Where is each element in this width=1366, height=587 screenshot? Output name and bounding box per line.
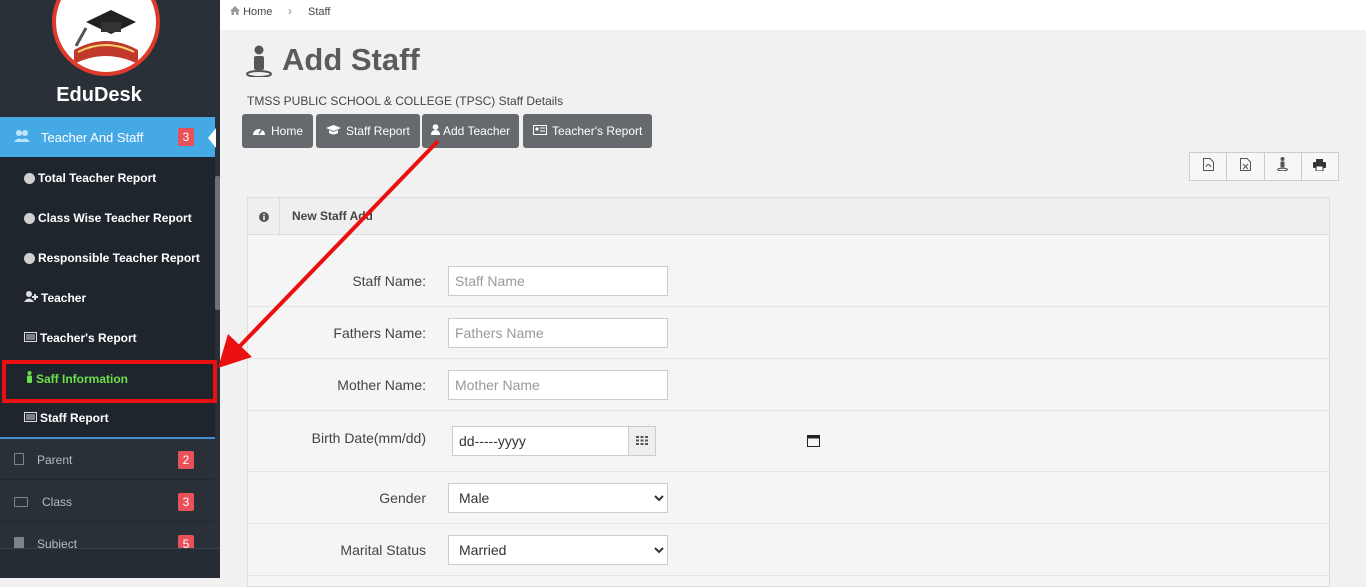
teachers-report-button[interactable]: Teacher's Report	[523, 114, 653, 148]
submenu-item-responsible-teacher-report[interactable]: Responsible Teacher Report	[24, 251, 200, 265]
button-label: Teacher's Report	[552, 124, 643, 138]
new-staff-form-panel: New Staff Add Staff Name: Fathers Name: …	[247, 197, 1330, 587]
home-button[interactable]: Home	[242, 114, 314, 148]
button-label: Add Teacher	[443, 124, 511, 138]
submenu-item-staff-report[interactable]: Staff Report	[24, 411, 109, 425]
annotation-highlight-box	[2, 360, 217, 403]
user-plus-icon	[24, 291, 38, 305]
export-pdf-button[interactable]	[1190, 153, 1228, 180]
submenu-item-label: Staff Report	[40, 411, 109, 425]
info-icon	[248, 198, 280, 235]
gender-label: Gender	[379, 490, 426, 506]
id-card-icon	[24, 331, 37, 345]
staff-name-input[interactable]	[448, 266, 668, 296]
dashboard-icon	[252, 124, 266, 138]
add-teacher-button[interactable]: Add Teacher	[422, 114, 520, 148]
button-label: Staff Report	[346, 124, 410, 138]
sidebar-footer	[0, 548, 220, 578]
mother-name-row: Mother Name:	[248, 359, 1329, 411]
fathers-name-label: Fathers Name:	[333, 325, 426, 341]
circle-icon	[24, 172, 35, 184]
sidebar-item-label: Parent	[37, 453, 73, 467]
sidebar: EduDesk Teacher And Staff 3 Total Teache…	[0, 0, 220, 578]
breadcrumb-home-label: Home	[243, 6, 273, 18]
fathers-name-row: Fathers Name:	[248, 307, 1329, 359]
birth-date-label: Birth Date(mm/dd)	[311, 430, 426, 446]
submenu-item-class-wise-teacher-report[interactable]: Class Wise Teacher Report	[24, 211, 192, 225]
class-icon	[14, 497, 28, 507]
school-logo	[52, 0, 160, 76]
mother-name-label: Mother Name:	[337, 377, 426, 393]
birth-date-value: dd-----yyyy	[459, 433, 526, 449]
breadcrumb: Home › Staff	[220, 0, 1366, 30]
id-card-icon	[24, 411, 37, 425]
birth-date-input[interactable]: dd-----yyyy	[452, 426, 820, 456]
print-icon	[1313, 158, 1327, 176]
export-toolbar	[1189, 152, 1339, 181]
submenu-item-label: Teacher	[41, 291, 87, 305]
page-subtitle: TMSS PUBLIC SCHOOL & COLLEGE (TPSC) Staf…	[247, 94, 564, 108]
circle-icon	[24, 212, 35, 224]
birth-date-row: Birth Date(mm/dd) dd-----yyyy	[248, 411, 1329, 472]
sidebar-item-label: Class	[42, 495, 73, 509]
staff-view-button[interactable]	[1265, 153, 1302, 180]
gender-select[interactable]: Male	[448, 483, 668, 513]
active-indicator	[208, 128, 216, 148]
staff-report-button[interactable]: Staff Report	[316, 114, 420, 148]
male-icon	[1277, 157, 1289, 176]
gender-row: Gender Male	[248, 472, 1329, 524]
submenu-item-total-teacher-report[interactable]: Total Teacher Report	[24, 171, 156, 185]
export-excel-button[interactable]	[1227, 153, 1265, 180]
parent-icon	[14, 453, 24, 465]
mother-name-input[interactable]	[448, 370, 668, 400]
calendar-icon[interactable]	[807, 434, 820, 450]
print-button[interactable]	[1302, 153, 1338, 180]
male-icon	[246, 45, 272, 82]
staff-name-row: Staff Name:	[248, 255, 1329, 307]
sidebar-item-class[interactable]: Class 3	[0, 481, 215, 522]
panel-header: New Staff Add	[248, 198, 1329, 235]
count-badge: 2	[178, 451, 194, 469]
count-badge: 3	[178, 128, 194, 146]
submenu-item-label: Teacher's Report	[40, 331, 137, 345]
fathers-name-input[interactable]	[448, 318, 668, 348]
count-badge: 3	[178, 493, 194, 511]
sidebar-item-teacher-and-staff[interactable]: Teacher And Staff 3	[0, 117, 215, 157]
id-card-icon	[533, 124, 547, 138]
submenu-item-label: Responsible Teacher Report	[38, 251, 200, 265]
sidebar-item-parent[interactable]: Parent 2	[0, 439, 215, 480]
submenu-item-label: Total Teacher Report	[38, 171, 157, 185]
button-label: Home	[271, 124, 304, 138]
submenu-item-teacher[interactable]: Teacher	[24, 291, 86, 305]
page-title: Add Staff	[282, 42, 420, 77]
grid-icon	[636, 432, 648, 450]
staff-name-label: Staff Name:	[352, 273, 426, 289]
users-icon	[14, 129, 30, 145]
panel-title: New Staff Add	[292, 209, 373, 223]
pdf-icon	[1202, 157, 1214, 176]
date-picker-button[interactable]	[628, 426, 656, 456]
excel-icon	[1239, 157, 1251, 176]
breadcrumb-current: Staff	[308, 6, 331, 18]
chevron-right-icon: ›	[288, 4, 292, 18]
brand-name: EduDesk	[56, 84, 142, 106]
submenu-item-teachers-report[interactable]: Teacher's Report	[24, 331, 137, 345]
submenu-item-label: Class Wise Teacher Report	[38, 211, 192, 225]
marital-status-label: Marital Status	[340, 542, 426, 558]
home-icon	[230, 6, 240, 18]
breadcrumb-home[interactable]: Home	[230, 6, 272, 18]
marital-status-select[interactable]: Married	[448, 535, 668, 565]
circle-icon	[24, 252, 35, 264]
user-icon	[431, 124, 440, 138]
graduation-cap-icon	[326, 124, 341, 138]
sidebar-item-label: Teacher And Staff	[41, 130, 144, 145]
sidebar-scrollbar[interactable]	[215, 176, 220, 310]
marital-status-row: Marital Status Married	[248, 524, 1329, 576]
